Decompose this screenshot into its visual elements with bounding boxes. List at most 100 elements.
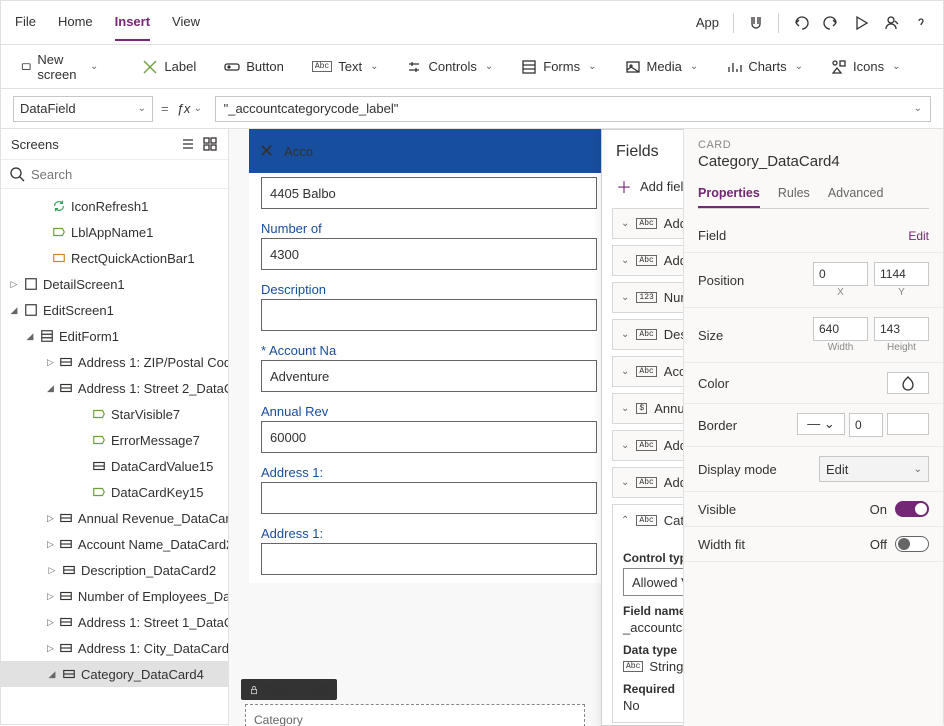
form-title: Acco xyxy=(284,144,313,159)
category-label: Category xyxy=(254,713,576,726)
position-y-input[interactable] xyxy=(874,262,929,286)
display-mode-select[interactable]: Edit⌄ xyxy=(819,456,929,482)
field-item[interactable]: ⌄AbcAddress 1: Street 1 xyxy=(612,245,683,276)
menu-view[interactable]: View xyxy=(172,4,200,41)
redo-icon[interactable] xyxy=(823,15,839,31)
field-item[interactable]: ⌄$Annual Revenue xyxy=(612,393,683,424)
widthfit-toggle[interactable] xyxy=(895,536,929,552)
field-item[interactable]: ⌄AbcAddress 1: ZIP/Postal Code xyxy=(612,467,683,498)
media-button[interactable]: Media⌄ xyxy=(619,54,705,80)
search-input[interactable] xyxy=(31,167,220,182)
fields-title: Fields xyxy=(616,143,659,161)
tree-node[interactable]: ◢EditForm1 xyxy=(1,323,228,349)
tree-node[interactable]: ◢Address 1: Street 2_DataCar xyxy=(1,375,228,401)
card-chip: Card : Cate xyxy=(241,679,337,700)
left-panel: Screens IconRefresh1LblAppName1RectQuick… xyxy=(1,129,229,726)
tab-properties[interactable]: Properties xyxy=(698,180,760,208)
category-datacard[interactable]: Category Preferred xyxy=(245,704,585,726)
text-button[interactable]: AbcText⌄ xyxy=(306,54,385,79)
field-item[interactable]: ⌄AbcAddress 1: City xyxy=(612,208,683,239)
top-menubar: File Home Insert View App xyxy=(1,1,943,45)
search-icon xyxy=(9,166,25,182)
button-button[interactable]: Button xyxy=(218,54,290,80)
undo-icon[interactable] xyxy=(793,15,809,31)
formula-bar: DataField⌄ = ƒx⌄ "_accountcategorycode_l… xyxy=(1,89,943,129)
icons-button[interactable]: Icons⌄ xyxy=(825,54,906,80)
tree-view: IconRefresh1LblAppName1RectQuickActionBa… xyxy=(1,189,228,726)
tree-node[interactable]: DataCardKey15 xyxy=(1,479,228,505)
color-picker[interactable] xyxy=(887,372,929,394)
tree-node[interactable]: IconRefresh1 xyxy=(1,193,228,219)
screen-icon xyxy=(21,59,31,75)
property-selector[interactable]: DataField⌄ xyxy=(13,96,153,122)
menu: File Home Insert View xyxy=(15,4,200,41)
play-icon[interactable] xyxy=(853,15,869,31)
prop-color: Color xyxy=(684,363,943,404)
visible-toggle[interactable] xyxy=(895,501,929,517)
new-screen-button[interactable]: New screen⌄ xyxy=(15,47,104,87)
position-x-input[interactable] xyxy=(813,262,868,286)
tab-rules[interactable]: Rules xyxy=(778,180,810,208)
charts-button[interactable]: Charts⌄ xyxy=(720,54,809,80)
tree-node[interactable]: ErrorMessage7 xyxy=(1,427,228,453)
properties-panel: CARD Category_DataCard4 Properties Rules… xyxy=(683,129,943,726)
field-item[interactable]: ⌄AbcDescription xyxy=(612,319,683,350)
tree-node[interactable]: ▷Number of Employees_Data xyxy=(1,583,228,609)
help-icon[interactable] xyxy=(913,15,929,31)
edit-field-link[interactable]: Edit xyxy=(908,229,929,243)
controls-button[interactable]: Controls⌄ xyxy=(400,54,499,80)
media-icon xyxy=(625,59,641,75)
add-field-button[interactable]: ＋Add field xyxy=(616,174,683,198)
tab-advanced[interactable]: Advanced xyxy=(828,180,884,208)
share-icon[interactable] xyxy=(883,15,899,31)
app-checker-icon[interactable] xyxy=(748,15,764,31)
size-h-input[interactable] xyxy=(874,317,929,341)
tree-node[interactable]: ▷Address 1: Street 1_DataCar xyxy=(1,609,228,635)
formula-input[interactable]: "_accountcategorycode_label"⌄ xyxy=(215,96,931,122)
app-label[interactable]: App xyxy=(696,15,719,30)
control-type-select[interactable]: Allowed Values⌄ xyxy=(623,568,683,596)
tree-node[interactable]: ▷Description_DataCard2 xyxy=(1,557,228,583)
field-item[interactable]: ⌄123Number of Employees xyxy=(612,282,683,313)
tree-node[interactable]: ▷DetailScreen1 xyxy=(1,271,228,297)
controls-icon xyxy=(406,59,422,75)
border-style-select[interactable]: — ⌄ xyxy=(797,413,845,435)
field-item[interactable]: ⌄AbcAddress 1: Street 2 xyxy=(612,430,683,461)
top-right: App xyxy=(696,13,929,33)
main-area: Screens IconRefresh1LblAppName1RectQuick… xyxy=(1,129,943,726)
border-width-input[interactable] xyxy=(849,413,883,437)
border-color-picker[interactable] xyxy=(887,413,929,435)
field-detail: Control type Allowed Values⌄ Field name … xyxy=(621,535,683,715)
form-header: ✕ Acco xyxy=(249,129,609,173)
menu-file[interactable]: File xyxy=(15,4,36,41)
prop-border: Border — ⌄ xyxy=(684,404,943,447)
size-w-input[interactable] xyxy=(813,317,868,341)
tree-view-icons[interactable] xyxy=(180,136,218,152)
field-item-category[interactable]: ⌃AbcCategory ⋯ Control type Allowed Valu… xyxy=(612,504,683,723)
search-box[interactable] xyxy=(1,159,228,189)
tree-node[interactable]: RectQuickActionBar1 xyxy=(1,245,228,271)
menu-insert[interactable]: Insert xyxy=(115,4,150,41)
canvas: ✕ Acco Number ofDescriptionAccount NaAnn… xyxy=(229,129,683,726)
charts-icon xyxy=(726,59,742,75)
tree-node[interactable]: ▷Address 1: ZIP/Postal Code_ xyxy=(1,349,228,375)
screens-title: Screens xyxy=(11,137,59,152)
field-item[interactable]: ⌄AbcAccount Name xyxy=(612,356,683,387)
tree-node[interactable]: ▷Annual Revenue_DataCard2 xyxy=(1,505,228,531)
tree-node[interactable]: StarVisible7 xyxy=(1,401,228,427)
label-button[interactable]: Label xyxy=(136,54,202,80)
field-value-0[interactable] xyxy=(261,177,597,209)
tree-node[interactable]: ◢EditScreen1 xyxy=(1,297,228,323)
label-icon xyxy=(142,59,158,75)
fields-panel: Fields ✕ ＋Add field ⋯ ⌄AbcAddress 1: Cit… xyxy=(601,129,683,726)
fx-label[interactable]: ƒx⌄ xyxy=(177,101,207,116)
prop-field: Field Edit xyxy=(684,219,943,253)
menu-home[interactable]: Home xyxy=(58,4,93,41)
tree-node[interactable]: ▷Address 1: City_DataCard2 xyxy=(1,635,228,661)
tree-node[interactable]: LblAppName1 xyxy=(1,219,228,245)
tree-node[interactable]: ◢Category_DataCard4 xyxy=(1,661,228,687)
tree-node[interactable]: ▷Account Name_DataCard2 xyxy=(1,531,228,557)
close-icon[interactable]: ✕ xyxy=(259,141,274,162)
forms-button[interactable]: Forms⌄ xyxy=(515,54,602,80)
tree-node[interactable]: DataCardValue15 xyxy=(1,453,228,479)
